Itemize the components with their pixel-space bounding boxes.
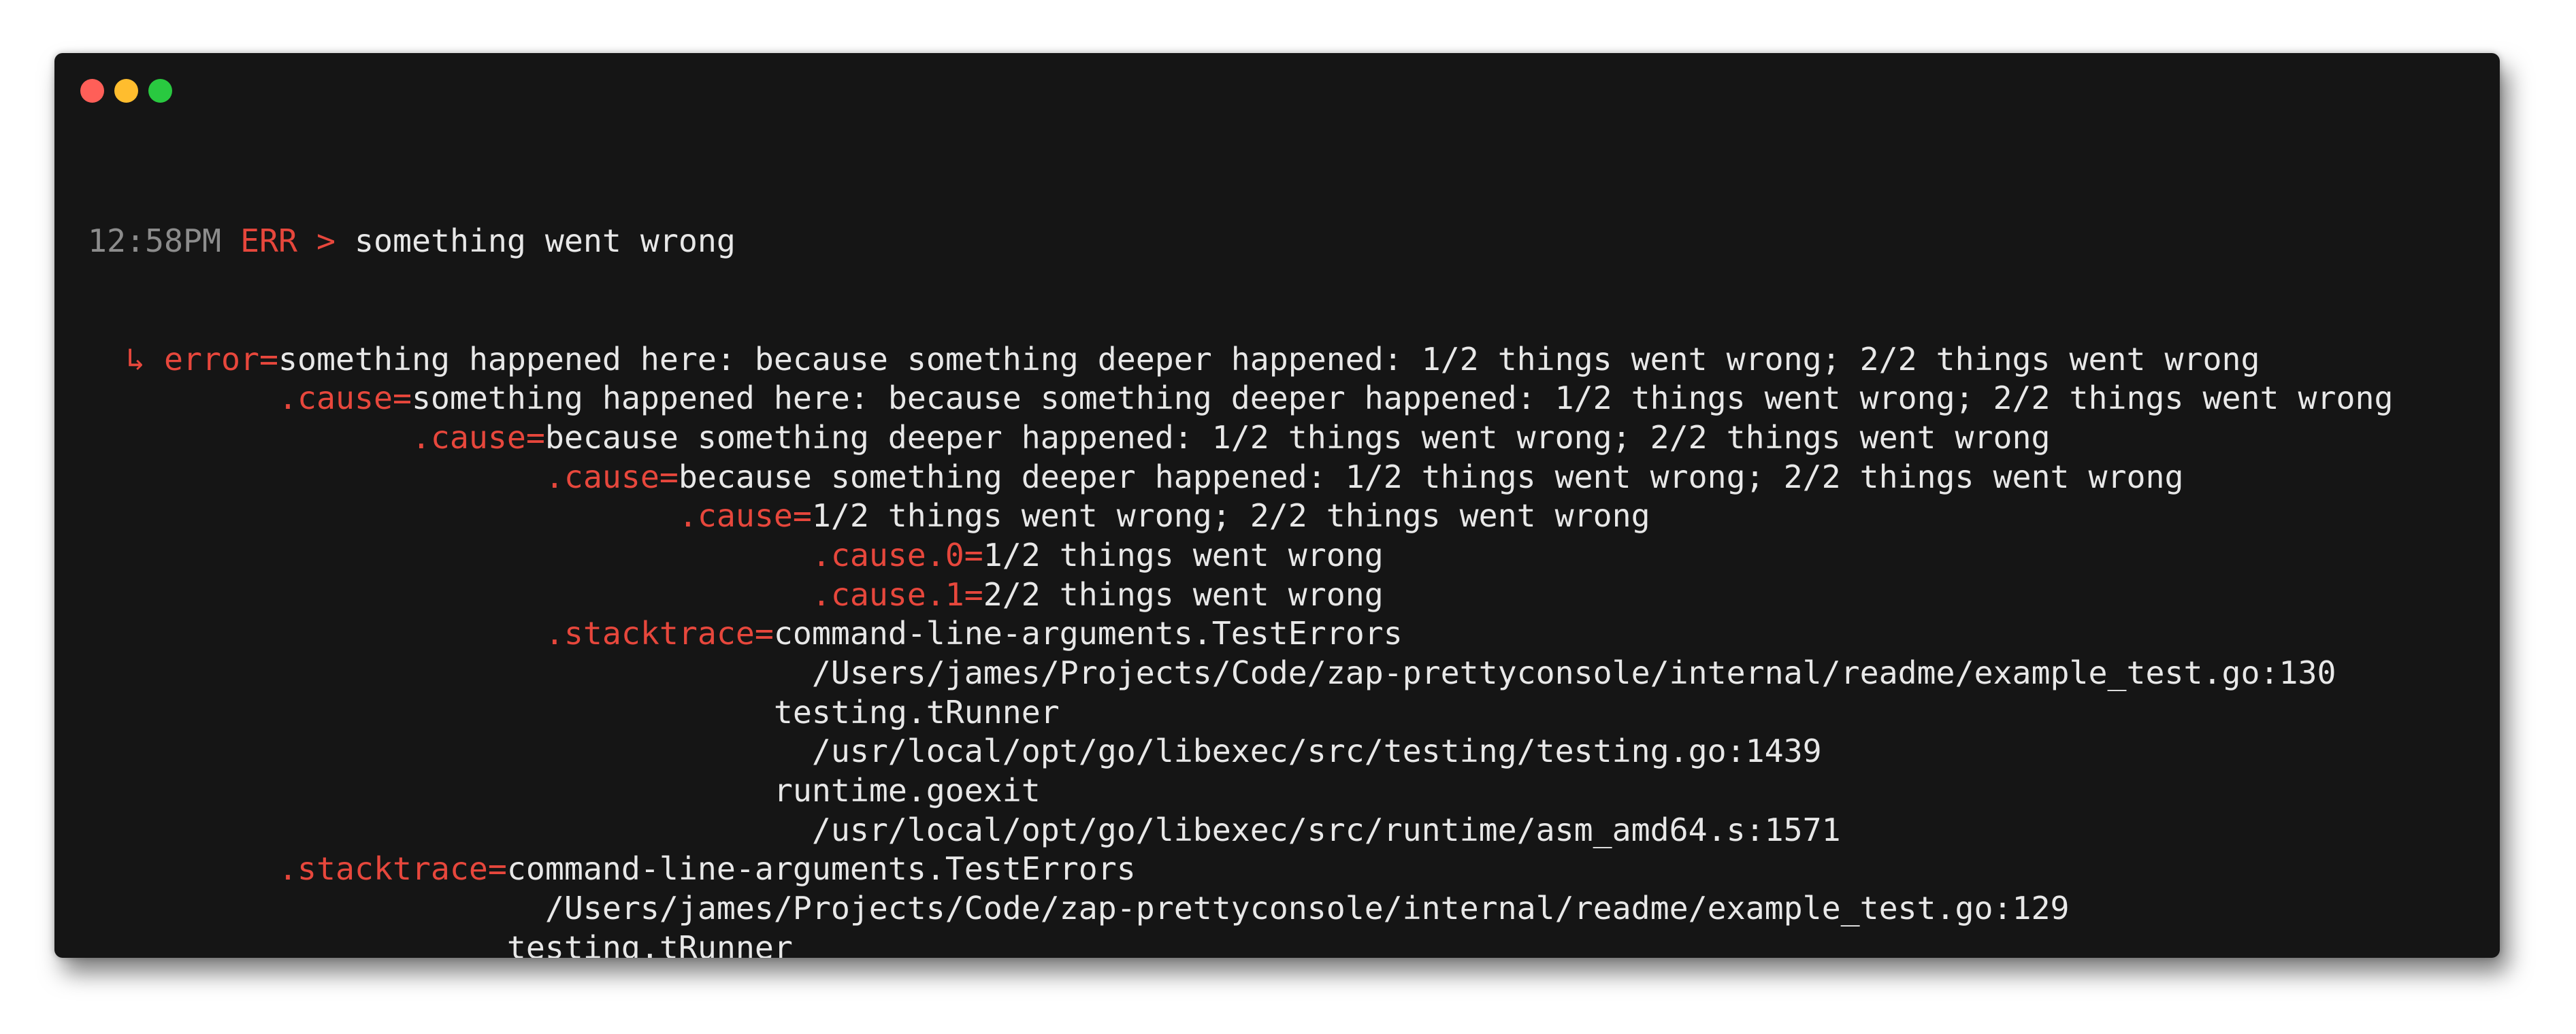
return-arrow-icon: ↳ xyxy=(126,340,164,378)
stacktrace-entry: /Users/james/Projects/Code/zap-prettycon… xyxy=(544,890,2070,927)
field-value: something happened here: because somethi… xyxy=(278,340,2260,378)
log-field-line: ↳ error=something happened here: because… xyxy=(88,340,2393,380)
close-window-button[interactable] xyxy=(80,79,104,103)
log-field-line: .cause=because something deeper happened… xyxy=(88,418,2393,458)
log-field-line: testing.tRunner xyxy=(88,929,2393,958)
console-output: 12:58PM ERR > something went wrong ↳ err… xyxy=(88,144,2393,958)
log-level: ERR xyxy=(240,222,297,260)
field-key: .stacktrace= xyxy=(278,850,507,888)
field-value: 2/2 things went wrong xyxy=(983,576,1384,613)
field-key: .cause= xyxy=(544,458,679,495)
log-field-line: .stacktrace=command-line-arguments.TestE… xyxy=(88,850,2393,889)
log-field-line: testing.tRunner xyxy=(88,693,2393,733)
log-prompt: > xyxy=(316,222,336,260)
field-value: command-line-arguments.TestErrors xyxy=(773,615,1403,652)
field-key: .cause= xyxy=(678,497,812,535)
log-header-line: 12:58PM ERR > something went wrong xyxy=(88,222,2393,261)
stacktrace-entry: /Users/james/Projects/Code/zap-prettycon… xyxy=(811,654,2336,691)
field-key: .cause.1= xyxy=(811,576,983,613)
field-value: something happened here: because somethi… xyxy=(411,380,2394,417)
title-bar xyxy=(54,53,2500,135)
field-key: error= xyxy=(164,340,278,378)
field-value: 1/2 things went wrong xyxy=(983,536,1384,573)
log-message: something went wrong xyxy=(354,222,736,260)
log-timestamp: 12:58PM xyxy=(88,222,221,260)
field-value: 1/2 things went wrong; 2/2 things went w… xyxy=(811,497,1650,535)
stacktrace-entry: /usr/local/opt/go/libexec/src/testing/te… xyxy=(811,733,1822,770)
log-field-line: /usr/local/opt/go/libexec/src/runtime/as… xyxy=(88,811,2393,850)
log-field-line: .cause.0=1/2 things went wrong xyxy=(88,536,2393,576)
field-key: .cause= xyxy=(411,418,545,456)
log-field-line: .cause=1/2 things went wrong; 2/2 things… xyxy=(88,497,2393,536)
log-field-line: .cause.1=2/2 things went wrong xyxy=(88,576,2393,615)
stacktrace-entry: /usr/local/opt/go/libexec/src/runtime/as… xyxy=(811,811,1841,848)
log-field-line: /usr/local/opt/go/libexec/src/testing/te… xyxy=(88,732,2393,771)
minimize-window-button[interactable] xyxy=(114,79,138,103)
log-field-line: .cause=something happened here: because … xyxy=(88,379,2394,418)
stacktrace-entry: testing.tRunner xyxy=(773,693,1060,731)
field-value: because something deeper happened: 1/2 t… xyxy=(544,418,2051,456)
log-field-line: /Users/james/Projects/Code/zap-prettycon… xyxy=(88,654,2393,693)
maximize-window-button[interactable] xyxy=(148,79,172,103)
log-field-line: .stacktrace=command-line-arguments.TestE… xyxy=(88,614,2393,654)
log-field-line: /Users/james/Projects/Code/zap-prettycon… xyxy=(88,889,2393,929)
log-field-line: runtime.goexit xyxy=(88,771,2393,811)
field-key: .stacktrace= xyxy=(544,615,774,652)
terminal-window: 12:58PM ERR > something went wrong ↳ err… xyxy=(54,53,2500,958)
field-key: .cause= xyxy=(278,380,412,417)
stacktrace-entry: runtime.goexit xyxy=(773,772,1041,810)
field-value: because something deeper happened: 1/2 t… xyxy=(678,458,2184,495)
stacktrace-entry: testing.tRunner xyxy=(506,929,793,958)
log-field-line: .cause=because something deeper happened… xyxy=(88,458,2393,497)
field-value: command-line-arguments.TestErrors xyxy=(506,850,1136,888)
field-key: .cause.0= xyxy=(811,536,983,573)
